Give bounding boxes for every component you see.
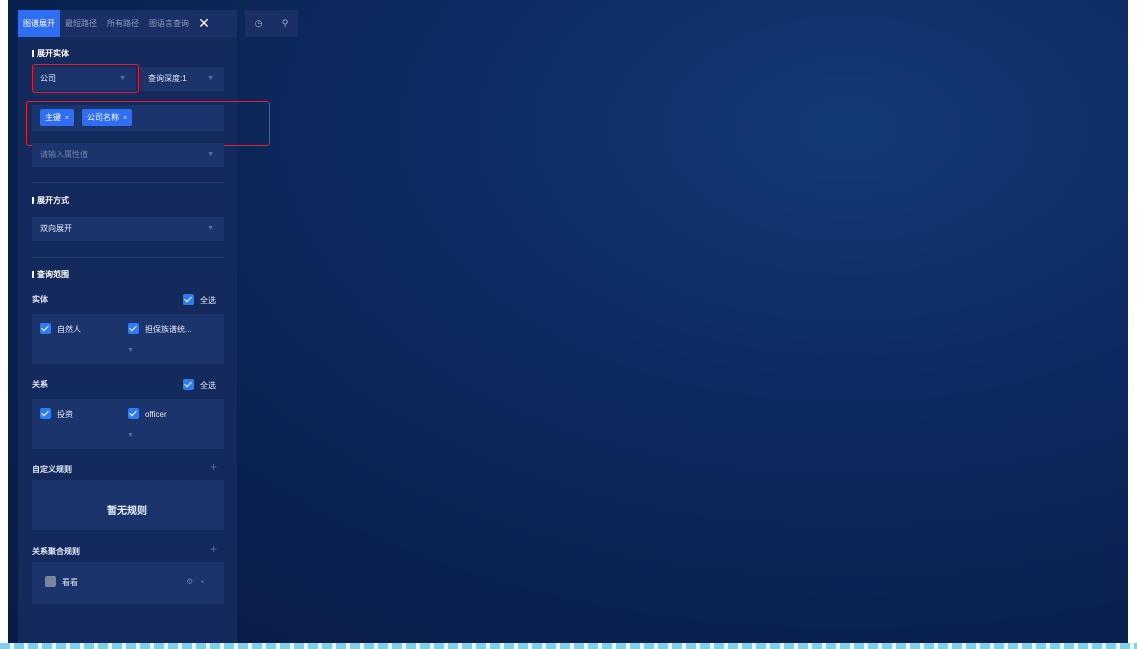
aggregate-rule-item[interactable]: 看看 — [45, 576, 78, 588]
query-depth-select[interactable]: 查询深度:1 ▼ — [140, 67, 224, 91]
relation-checkbox-investment[interactable]: 投资 — [40, 408, 73, 420]
checkbox-unchecked-icon — [45, 576, 56, 587]
chevron-down-icon: ▼ — [207, 151, 214, 158]
add-custom-rule-icon[interactable]: + — [210, 460, 1121, 474]
checkbox-checked-icon — [128, 408, 139, 419]
checkbox-checked-icon — [40, 408, 51, 419]
expand-mode-title: 展开方式 — [32, 195, 69, 206]
highlight-tag-select — [26, 101, 270, 146]
divider — [32, 257, 224, 258]
tab-bar: 图谱展开 最短路径 所有路径 图语言查询 ✕ — [18, 10, 237, 37]
add-aggregate-rule-icon[interactable]: + — [210, 542, 1121, 556]
highlight-entity-select — [32, 64, 139, 93]
expand-more-icon[interactable]: ▼ — [127, 432, 134, 439]
chevron-down-icon: ▼ — [207, 75, 214, 82]
toolbox: ◷ ⚲ — [245, 10, 298, 37]
entity-checkbox-guarantee[interactable]: 担保族谱统... — [128, 323, 192, 335]
relation-checkbox-officer[interactable]: officer — [128, 408, 167, 419]
location-pin-icon[interactable]: ⚲ — [282, 18, 289, 29]
query-depth-value: 查询深度:1 — [148, 74, 187, 83]
attribute-value-placeholder: 请输入属性值 — [40, 150, 88, 159]
divider — [32, 182, 224, 183]
checkbox-checked-icon — [183, 379, 194, 390]
expand-more-icon[interactable]: ▼ — [127, 347, 134, 354]
empty-rules-text: 暂无规则 — [107, 506, 147, 517]
expand-mode-select[interactable]: 双向展开 ▼ — [32, 217, 224, 241]
tab-shortest-path[interactable]: 最短路径 — [60, 10, 102, 37]
bottom-border — [0, 643, 1137, 649]
checkbox-checked-icon — [183, 294, 194, 305]
attribute-value-input[interactable]: 请输入属性值 ▼ — [32, 143, 224, 167]
expand-mode-value: 双向展开 — [40, 224, 72, 233]
tab-all-paths[interactable]: 所有路径 — [102, 10, 144, 37]
aggregate-rules-title: 关系聚合规则 — [32, 547, 80, 556]
checkbox-checked-icon — [128, 323, 139, 334]
tab-graph-query[interactable]: 图语言查询 — [144, 10, 194, 37]
trash-icon[interactable]: ▪ — [201, 577, 204, 586]
query-scope-title: 查询范围 — [32, 269, 69, 280]
relation-checkbox-group — [32, 399, 224, 449]
entity-checkbox-natural-person[interactable]: 自然人 — [40, 323, 81, 335]
chevron-down-icon: ▼ — [207, 225, 214, 232]
tab-graph-expand[interactable]: 图谱展开 — [18, 10, 60, 37]
close-icon[interactable]: ✕ — [197, 10, 211, 37]
entity-select-all-checkbox[interactable]: 全选 — [183, 294, 216, 306]
entity-label: 实体 — [32, 295, 48, 304]
checkbox-checked-icon — [40, 323, 51, 334]
relation-select-all-checkbox[interactable]: 全选 — [183, 379, 216, 391]
gear-icon[interactable]: ⚙ — [186, 577, 193, 586]
relation-label: 关系 — [32, 380, 48, 389]
expand-entity-title: 展开实体 — [32, 48, 69, 59]
entity-checkbox-group — [32, 314, 224, 364]
custom-rules-title: 自定义规则 — [32, 465, 72, 474]
clock-icon[interactable]: ◷ — [255, 18, 263, 29]
